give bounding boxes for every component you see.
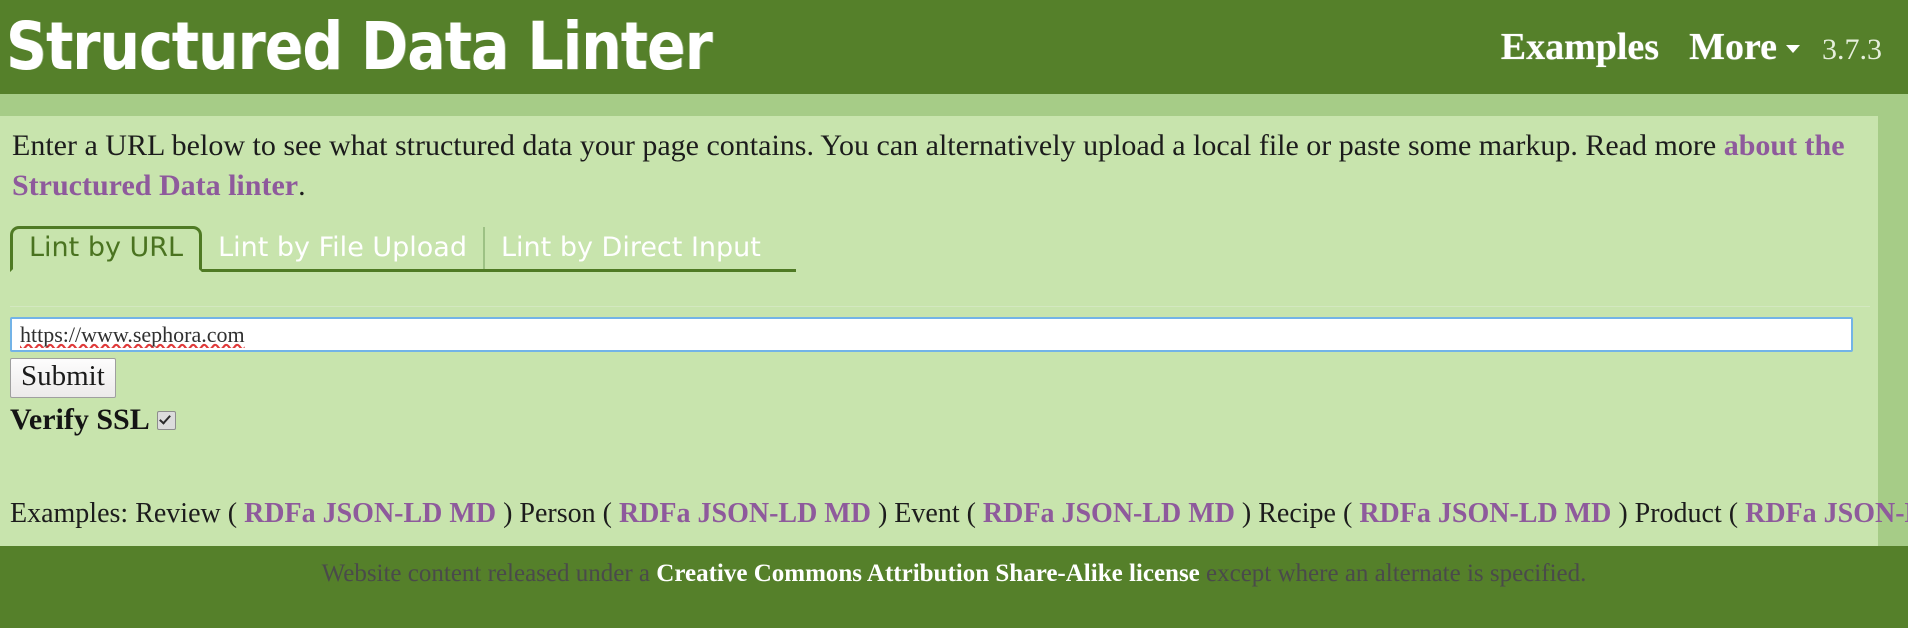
intro-text-after: . xyxy=(298,169,306,202)
content-panel: Enter a URL below to see what structured… xyxy=(0,116,1908,546)
submit-row: Submit xyxy=(10,358,1874,398)
intro-text-before: Enter a URL below to see what structured… xyxy=(12,129,1724,162)
example-name-event: Event xyxy=(894,498,960,529)
paren-close: ) xyxy=(1241,498,1252,529)
example-recipe-jsonld-link[interactable]: JSON-LD xyxy=(1438,498,1558,529)
nav-link-more[interactable]: More xyxy=(1689,25,1777,69)
site-header: Structured Data Linter Examples More 3.7… xyxy=(0,0,1908,94)
tab-lint-by-url[interactable]: Lint by URL xyxy=(10,226,203,272)
example-group-product: Product ( RDFa JSON-LD MD ) xyxy=(1635,498,1908,529)
chevron-down-icon xyxy=(1786,45,1800,53)
example-event-md-link[interactable]: MD xyxy=(1188,498,1235,529)
example-name-product: Product xyxy=(1634,498,1722,529)
paren-open: ( xyxy=(602,498,612,529)
paren-open: ( xyxy=(1728,498,1739,529)
license-link[interactable]: Creative Commons Attribution Share-Alike… xyxy=(656,560,1199,587)
url-input[interactable] xyxy=(10,317,1853,352)
example-product-rdfa-link[interactable]: RDFa xyxy=(1745,498,1817,529)
example-review-jsonld-link[interactable]: JSON-LD xyxy=(323,498,443,529)
examples-prefix: Examples: xyxy=(10,498,129,529)
example-recipe-md-link[interactable]: MD xyxy=(1565,498,1612,529)
submit-button[interactable]: Submit xyxy=(10,358,116,398)
page-band: Enter a URL below to see what structured… xyxy=(0,94,1908,546)
tab-lint-by-direct-input[interactable]: Lint by Direct Input xyxy=(485,227,777,269)
paren-open: ( xyxy=(227,498,238,529)
paren-open: ( xyxy=(1343,498,1353,529)
verify-ssl-row: Verify SSL xyxy=(10,403,1874,437)
header-nav: Examples More 3.7.3 xyxy=(1501,25,1882,69)
example-event-rdfa-link[interactable]: RDFa xyxy=(983,498,1055,529)
page-title: Structured Data Linter xyxy=(6,8,713,85)
example-review-rdfa-link[interactable]: RDFa xyxy=(244,498,316,529)
paren-close: ) xyxy=(877,498,888,529)
example-group-person: Person ( RDFa JSON-LD MD ) xyxy=(519,498,894,529)
verify-ssl-label: Verify SSL xyxy=(10,403,150,436)
nav-link-examples[interactable]: Examples xyxy=(1501,25,1659,69)
footer-text-after: except where an alternate is specified. xyxy=(1199,560,1587,587)
example-name-person: Person xyxy=(519,498,596,529)
example-group-review: Review ( RDFa JSON-LD MD ) xyxy=(135,498,519,529)
paren-close: ) xyxy=(503,498,513,529)
example-person-md-link[interactable]: MD xyxy=(824,498,871,529)
example-recipe-rdfa-link[interactable]: RDFa xyxy=(1359,498,1431,529)
example-product-jsonld-link[interactable]: JSON-LD xyxy=(1824,498,1908,529)
example-name-review: Review xyxy=(135,498,221,529)
site-footer: Website content released under a Creativ… xyxy=(0,546,1908,628)
footer-text-before: Website content released under a xyxy=(321,560,657,587)
paren-open: ( xyxy=(966,498,976,529)
tab-lint-by-file-upload[interactable]: Lint by File Upload xyxy=(202,227,485,269)
lint-url-form: Submit Verify SSL xyxy=(10,306,1878,437)
example-name-recipe: Recipe xyxy=(1258,498,1336,529)
lint-mode-tabs: Lint by URL Lint by File Upload Lint by … xyxy=(10,226,796,272)
examples-line: Examples: Review ( RDFa JSON-LD MD ) Per… xyxy=(10,498,1908,530)
verify-ssl-checkbox[interactable] xyxy=(156,410,176,430)
example-review-md-link[interactable]: MD xyxy=(449,498,496,529)
example-person-rdfa-link[interactable]: RDFa xyxy=(619,498,691,529)
paren-close: ) xyxy=(1618,498,1628,529)
example-group-event: Event ( RDFa JSON-LD MD ) xyxy=(894,498,1258,529)
example-event-jsonld-link[interactable]: JSON-LD xyxy=(1061,498,1181,529)
example-person-jsonld-link[interactable]: JSON-LD xyxy=(698,498,818,529)
version-label: 3.7.3 xyxy=(1822,33,1882,66)
form-divider xyxy=(10,306,1870,307)
intro-paragraph: Enter a URL below to see what structured… xyxy=(12,126,1858,206)
nav-more-dropdown[interactable]: More xyxy=(1689,25,1800,69)
example-group-recipe: Recipe ( RDFa JSON-LD MD ) xyxy=(1258,498,1634,529)
